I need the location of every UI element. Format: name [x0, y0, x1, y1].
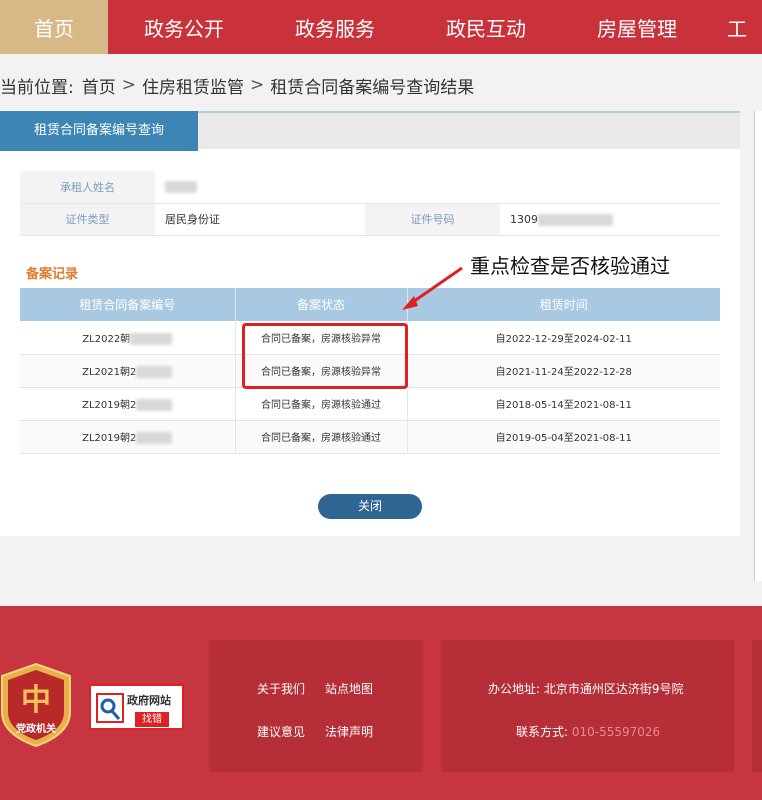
nav-item-housing[interactable]: 房屋管理: [562, 0, 712, 54]
column-header: 租赁时间: [406, 288, 720, 321]
tab-rental-contract-query[interactable]: 租赁合同备案编号查询: [0, 111, 198, 151]
breadcrumb-home[interactable]: 首页: [82, 73, 116, 98]
breadcrumb: 当前位置: 首页 > 住房租赁监管 > 租赁合同备案编号查询结果: [0, 70, 474, 100]
id-type-value: 居民身份证: [155, 203, 365, 236]
record-id-cell: ZL2022朝: [20, 321, 235, 355]
close-button[interactable]: 关闭: [318, 494, 422, 519]
tenant-info-table: 承租人姓名 证件类型 居民身份证 证件号码 1309: [20, 171, 720, 236]
breadcrumb-rental-supervision[interactable]: 住房租赁监管: [142, 73, 244, 98]
record-period: 自2021-11-24至2022-12-28: [406, 354, 720, 388]
breadcrumb-separator: >: [121, 75, 136, 95]
breadcrumb-current: 租赁合同备案编号查询结果: [270, 77, 475, 98]
footer-link-suggestions[interactable]: 建议意见: [257, 723, 305, 740]
panel-tabbar: 租赁合同备案编号查询: [0, 111, 740, 151]
column-header: 租赁合同备案编号: [20, 288, 235, 321]
record-period: 自2019-05-04至2021-08-11: [406, 420, 720, 454]
tenant-name-label: 承租人姓名: [20, 171, 155, 204]
footer-contact-box: [441, 640, 734, 772]
tenant-name-value: [155, 171, 720, 204]
footer-extra-box: [752, 640, 762, 772]
record-status: 合同已备案，房源核验通过: [234, 420, 407, 454]
footer-link-sitemap[interactable]: 站点地图: [325, 680, 373, 697]
footer-address: 办公地址: 北京市通州区达济街9号院: [488, 680, 684, 697]
svg-text:党政机关: 党政机关: [16, 722, 56, 735]
record-status: 合同已备案，房源核验异常: [234, 321, 407, 355]
nav-item-more[interactable]: 工: [712, 0, 762, 54]
phone-label: 联系方式:: [516, 725, 569, 739]
report-error-label: 找错: [135, 712, 169, 727]
redacted-block: [136, 399, 173, 411]
result-panel: 租赁合同备案编号查询 承租人姓名 证件类型 居民身份证 证件号码 1309 备案…: [0, 111, 740, 536]
party-gov-badge-icon: 中 党政机关: [0, 662, 71, 748]
id-number-label: 证件号码: [365, 203, 500, 236]
scrollbar-strip[interactable]: [754, 111, 762, 581]
nav-item-interaction[interactable]: 政民互动: [410, 0, 562, 54]
annotation-text: 重点检查是否核验通过: [470, 254, 670, 278]
record-id-cell: ZL2019朝2: [20, 420, 235, 454]
gov-website-error-report[interactable]: 政府网站 找错: [89, 684, 184, 730]
id-number-cell: 1309: [500, 203, 720, 236]
nav-item-gov-affairs[interactable]: 政务公开: [108, 0, 260, 54]
top-nav: 首页 政务公开 政务服务 政民互动 房屋管理 工: [0, 0, 762, 54]
footer-link-legal[interactable]: 法律声明: [325, 723, 373, 740]
redacted-block: [136, 432, 173, 444]
redacted-block: [136, 366, 173, 378]
redacted-block: [130, 332, 173, 345]
table-row: ZL2019朝2 合同已备案，房源核验通过 自2019-05-04至2021-0…: [20, 420, 720, 454]
records-table: 租赁合同备案编号 备案状态 租赁时间 ZL2022朝 合同已备案，房源核验异常 …: [20, 288, 720, 454]
magnifier-icon: [96, 693, 124, 723]
table-row: ZL2021朝2 合同已备案，房源核验异常 自2021-11-24至2022-1…: [20, 354, 720, 388]
address-label: 办公地址:: [488, 682, 541, 696]
record-period: 自2022-12-29至2024-02-11: [406, 321, 720, 355]
table-header-row: 租赁合同备案编号 备案状态 租赁时间: [20, 288, 720, 321]
footer-links-box: [209, 640, 423, 772]
gov-website-label: 政府网站: [127, 694, 171, 707]
column-header: 备案状态: [234, 288, 407, 321]
id-type-label: 证件类型: [20, 203, 155, 236]
nav-item-gov-services[interactable]: 政务服务: [260, 0, 410, 54]
redacted-block: [165, 181, 197, 194]
redacted-block: [538, 213, 613, 226]
record-id-cell: ZL2019朝2: [20, 387, 235, 421]
table-row: ZL2022朝 合同已备案，房源核验异常 自2022-12-29至2024-02…: [20, 321, 720, 355]
record-id-cell: ZL2021朝2: [20, 354, 235, 388]
record-period: 自2018-05-14至2021-08-11: [406, 387, 720, 421]
record-status: 合同已备案，房源核验通过: [234, 387, 407, 421]
record-status: 合同已备案，房源核验异常: [234, 354, 407, 388]
phone-value: 010-55597026: [571, 725, 661, 739]
svg-text:中: 中: [21, 683, 51, 718]
table-row: ZL2019朝2 合同已备案，房源核验通过 自2018-05-14至2021-0…: [20, 387, 720, 421]
breadcrumb-separator: >: [249, 75, 265, 95]
footer-link-about[interactable]: 关于我们: [257, 680, 305, 697]
id-number-value: 1309: [510, 212, 538, 226]
address-value: 北京市通州区达济街9号院: [543, 682, 684, 696]
section-title-records: 备案记录: [26, 267, 79, 282]
footer-phone: 联系方式: 010-55597026: [516, 723, 660, 740]
breadcrumb-prefix: 当前位置:: [0, 77, 74, 98]
nav-item-home[interactable]: 首页: [0, 0, 108, 54]
